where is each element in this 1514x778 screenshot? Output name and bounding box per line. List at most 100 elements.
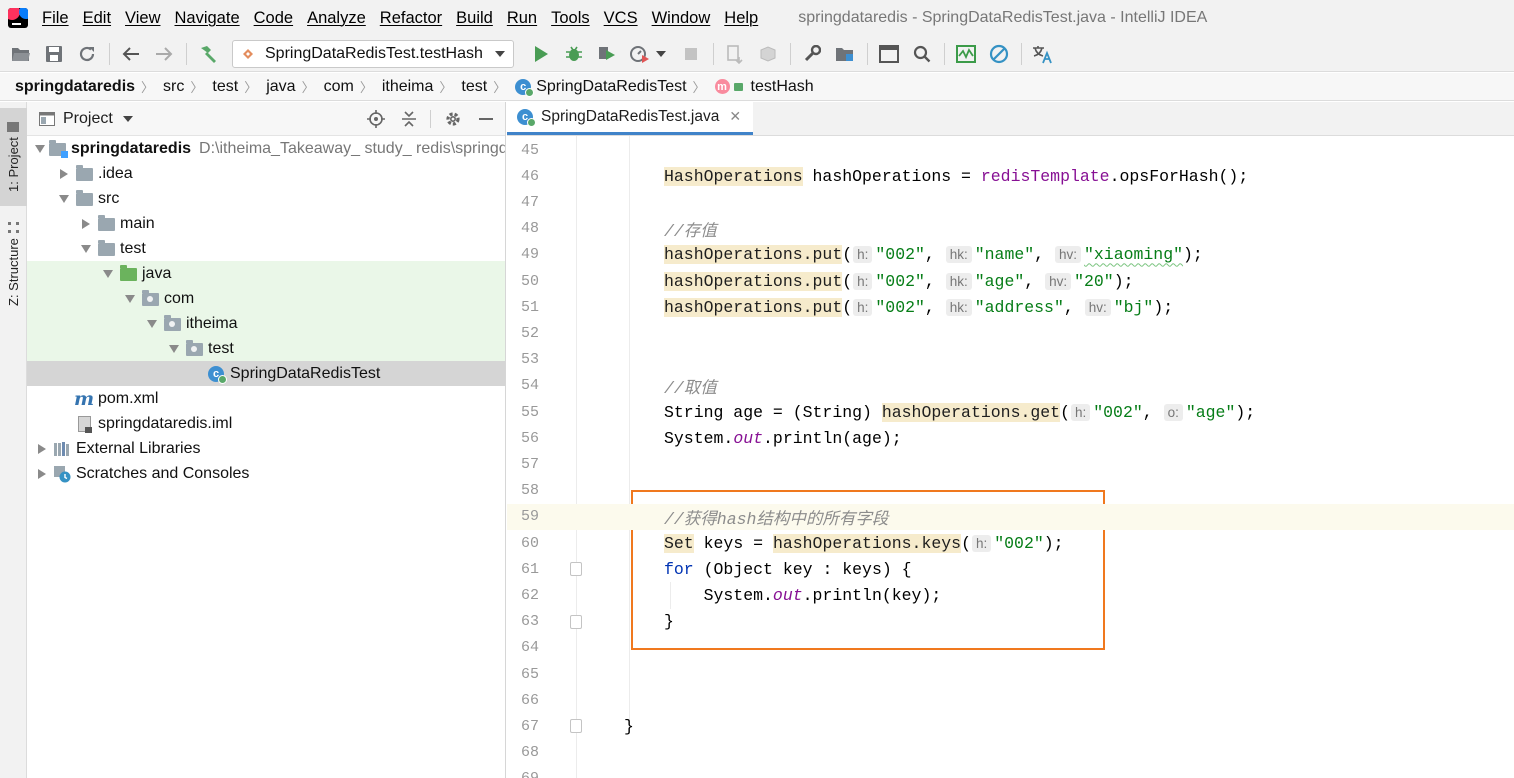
menu-run[interactable]: Run <box>507 9 537 28</box>
fold-marker-icon[interactable] <box>570 719 582 734</box>
minimize-icon[interactable] <box>475 108 497 130</box>
breadcrumb-item[interactable]: itheima <box>382 78 434 96</box>
collapse-arrow-icon[interactable] <box>79 218 93 229</box>
menu-view[interactable]: View <box>125 9 160 28</box>
breadcrumb-item[interactable]: m testHash <box>714 77 814 96</box>
run-configuration-select[interactable]: SpringDataRedisTest.testHash <box>232 39 514 68</box>
breadcrumb-item[interactable]: springdataredis <box>15 78 135 96</box>
breadcrumb-item[interactable]: java <box>266 78 295 96</box>
menu-code[interactable]: Code <box>254 9 293 28</box>
terminal-icon[interactable] <box>876 41 902 67</box>
line-number: 50 <box>520 272 539 290</box>
tree-node-label: java <box>142 264 172 282</box>
tree-node[interactable]: m pom.xml <box>27 386 505 411</box>
stop-icon[interactable] <box>678 41 704 67</box>
fold-marker-icon[interactable] <box>570 562 582 577</box>
tree-node-label: test <box>120 239 146 257</box>
gear-icon[interactable] <box>442 108 464 130</box>
menu-analyze[interactable]: Analyze <box>307 9 366 28</box>
breadcrumb-item[interactable]: c SpringDataRedisTest <box>515 78 687 97</box>
expand-arrow-icon[interactable] <box>79 244 93 253</box>
menu-refactor[interactable]: Refactor <box>380 9 442 28</box>
vcs-update-icon[interactable] <box>722 41 748 67</box>
tree-node[interactable]: java <box>27 261 505 286</box>
tree-node[interactable]: c SpringDataRedisTest <box>27 361 505 386</box>
save-icon[interactable] <box>41 41 67 67</box>
back-icon[interactable] <box>118 41 144 67</box>
expand-arrow-icon[interactable] <box>123 294 137 303</box>
menu-edit[interactable]: Edit <box>83 9 111 28</box>
tree-node[interactable]: .idea <box>27 161 505 186</box>
settings-wrench-icon[interactable] <box>799 41 825 67</box>
translate-icon[interactable] <box>1030 41 1056 67</box>
menu-window[interactable]: Window <box>652 9 711 28</box>
tree-node-label: src <box>98 189 120 207</box>
locate-target-icon[interactable] <box>365 108 387 130</box>
monitor-icon[interactable] <box>953 41 979 67</box>
tree-node-label: springdataredis <box>71 139 192 157</box>
code-token: ( <box>1060 402 1070 422</box>
tree-node[interactable]: itheima <box>27 311 505 336</box>
folder-icon <box>97 240 115 257</box>
open-folder-icon[interactable] <box>8 41 34 67</box>
chevron-down-icon[interactable] <box>122 115 133 122</box>
run-icon[interactable] <box>528 41 554 67</box>
package-icon <box>163 315 181 332</box>
code-area[interactable]: 45 46 HashOperations hashOperations = redi… <box>507 136 1514 778</box>
project-tool-tab[interactable]: 1: Project <box>0 108 27 206</box>
tree-node[interactable]: Scratches and Consoles <box>27 461 505 486</box>
breadcrumb-separator: 〉 <box>141 80 155 95</box>
fold-marker-icon[interactable] <box>570 614 582 629</box>
tree-node[interactable]: main <box>27 211 505 236</box>
profile-icon[interactable] <box>627 41 653 67</box>
tree-node[interactable]: test <box>27 236 505 261</box>
expand-arrow-icon[interactable] <box>167 344 181 353</box>
line-number: 56 <box>520 429 539 447</box>
project-structure-icon[interactable] <box>832 41 858 67</box>
breadcrumb-label: test <box>212 77 239 95</box>
debug-icon[interactable] <box>561 41 587 67</box>
menu-help[interactable]: Help <box>724 9 758 28</box>
menu-tools[interactable]: Tools <box>551 9 590 28</box>
string-literal: "age" <box>974 271 1025 291</box>
tree-node[interactable]: src <box>27 186 505 211</box>
tree-node-label: test <box>208 339 234 357</box>
tree-node[interactable]: springdataredis.iml <box>27 411 505 436</box>
editor-tab[interactable]: c SpringDataRedisTest.java ✕ <box>507 102 754 135</box>
tree-node[interactable]: springdataredis D:\itheima_Takeaway_ stud… <box>27 136 505 161</box>
breadcrumb-item[interactable]: src <box>163 78 184 96</box>
chevron-down-icon[interactable] <box>656 50 666 57</box>
vcs-commit-icon[interactable] <box>755 41 781 67</box>
code-line: 60 Set keys = hashOperations.keys(h: "002"… <box>507 530 1514 556</box>
close-icon[interactable]: ✕ <box>729 108 741 125</box>
search-icon[interactable] <box>909 41 935 67</box>
breadcrumb-item[interactable]: com <box>324 78 354 96</box>
breadcrumb-item[interactable]: test <box>461 78 487 96</box>
build-hammer-icon[interactable] <box>195 41 221 67</box>
menu-build[interactable]: Build <box>456 9 493 28</box>
expand-arrow-icon[interactable] <box>35 144 45 153</box>
breadcrumb-item[interactable]: test <box>212 78 238 96</box>
expand-arrow-icon[interactable] <box>101 269 115 278</box>
structure-tool-tab[interactable]: Z: Structure <box>0 214 27 314</box>
menu-navigate[interactable]: Navigate <box>175 9 240 28</box>
code-line: 66 <box>507 687 1514 713</box>
no-icon[interactable] <box>986 41 1012 67</box>
collapse-all-icon[interactable] <box>398 108 420 130</box>
static-field: out <box>733 428 764 448</box>
collapse-arrow-icon[interactable] <box>35 468 49 479</box>
coverage-icon[interactable] <box>594 41 620 67</box>
menu-vcs[interactable]: VCS <box>604 9 638 28</box>
menu-file[interactable]: File <box>42 9 69 28</box>
expand-arrow-icon[interactable] <box>57 194 71 203</box>
collapse-arrow-icon[interactable] <box>57 168 71 179</box>
breadcrumb-label: testHash <box>750 77 814 95</box>
collapse-arrow-icon[interactable] <box>35 443 49 454</box>
tree-node[interactable]: test <box>27 336 505 361</box>
tree-node[interactable]: External Libraries <box>27 436 505 461</box>
sync-icon[interactable] <box>74 41 100 67</box>
expand-arrow-icon[interactable] <box>145 319 159 328</box>
tree-node[interactable]: com <box>27 286 505 311</box>
forward-icon[interactable] <box>151 41 177 67</box>
project-panel-title[interactable]: Project <box>63 110 113 128</box>
